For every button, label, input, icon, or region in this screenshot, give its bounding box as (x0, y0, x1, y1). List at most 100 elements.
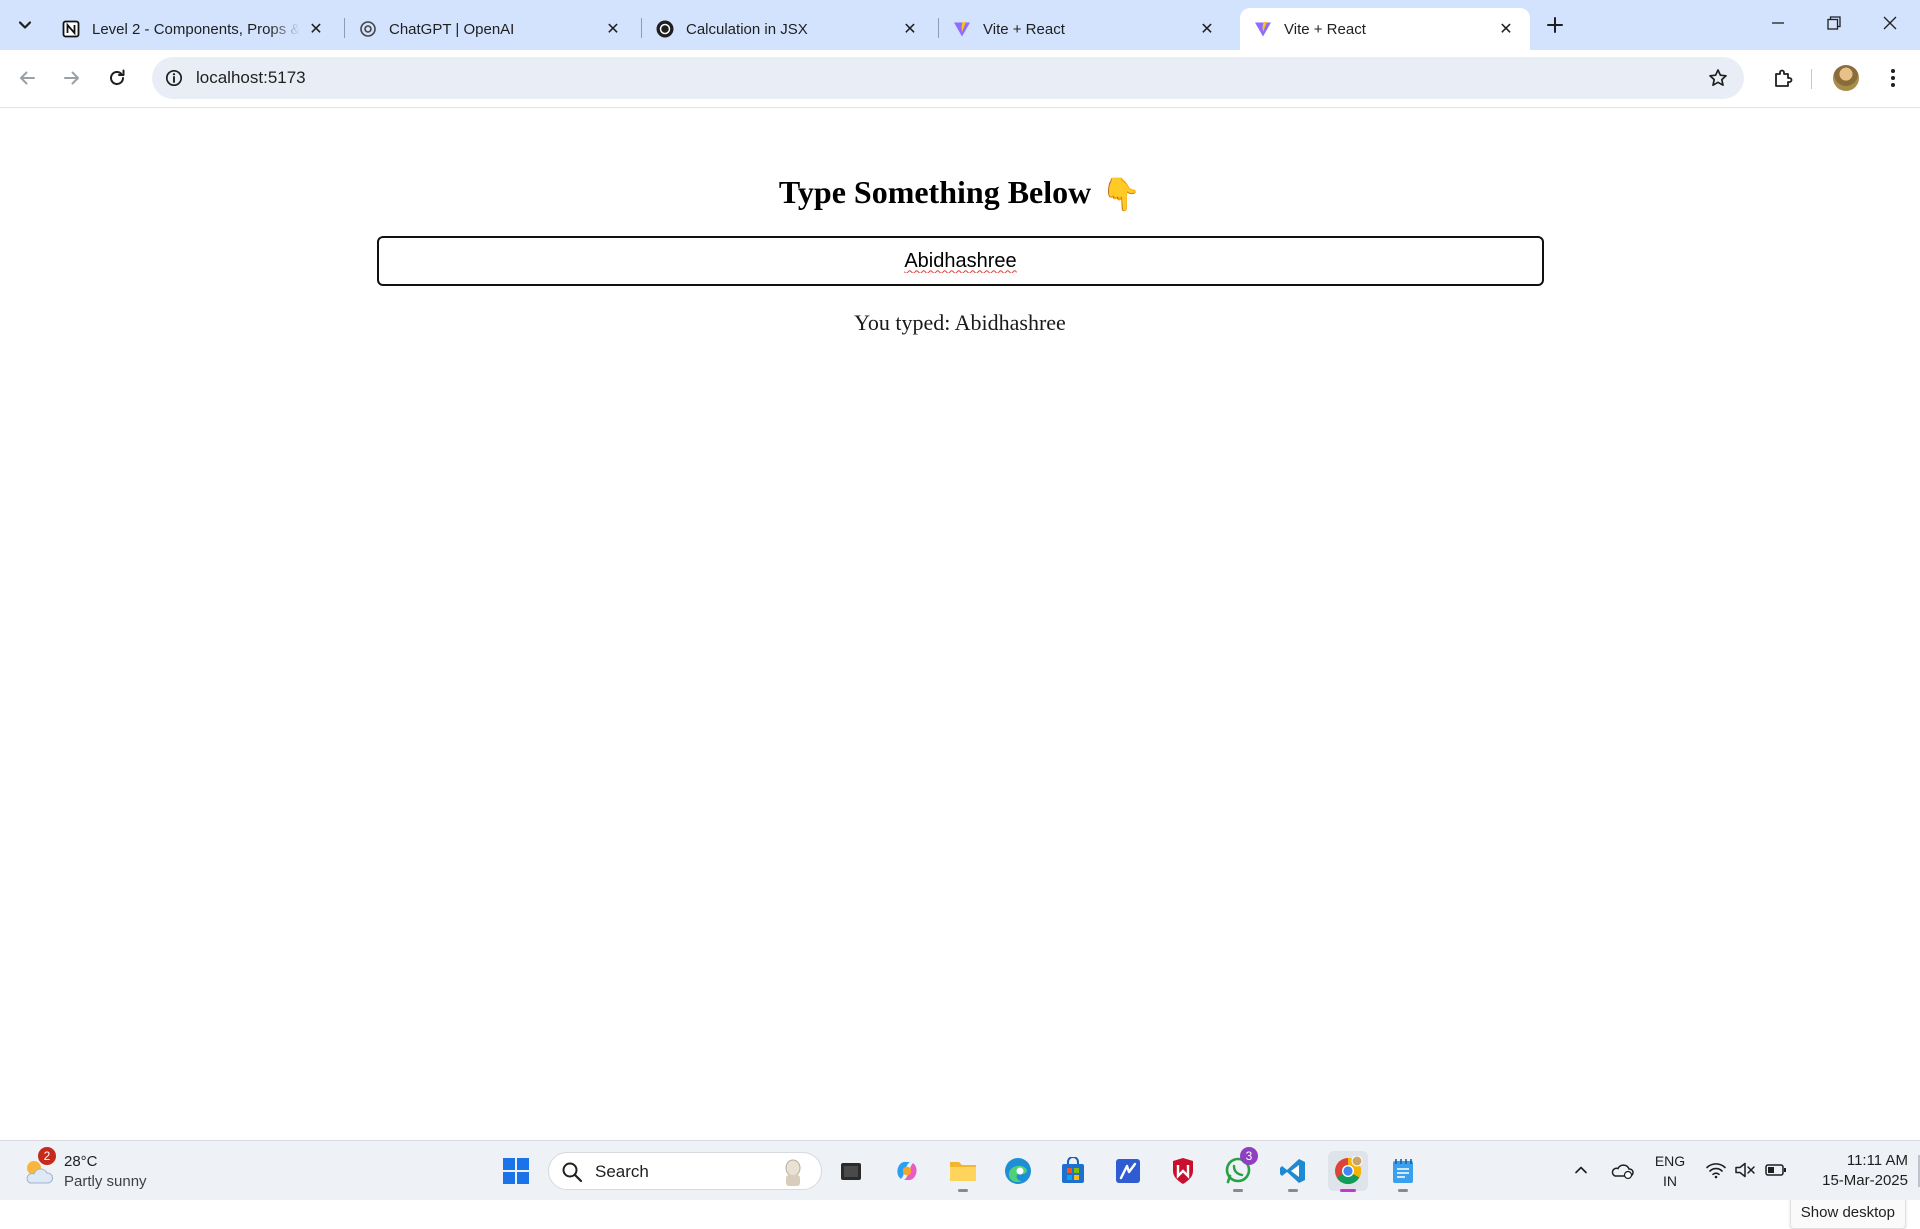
minimize-button[interactable] (1750, 0, 1806, 46)
vite-icon (953, 20, 971, 38)
volume-tray-icon[interactable] (1730, 1155, 1760, 1185)
taskbar-search-label: Search (595, 1162, 649, 1181)
minimize-icon (1772, 22, 1784, 24)
language-code: ENG (1654, 1153, 1686, 1169)
openai-icon (359, 20, 377, 38)
taskbar-app-edge[interactable] (998, 1151, 1038, 1191)
tab-vite-react-active[interactable]: Vite + React ✕ (1240, 8, 1530, 50)
url-text[interactable]: localhost:5173 (196, 68, 306, 88)
forward-button[interactable] (55, 61, 89, 95)
tab-title: ChatGPT | OpenAI (389, 20, 515, 38)
running-indicator (958, 1189, 968, 1192)
text-input[interactable] (377, 236, 1544, 286)
site-info-icon[interactable] (160, 64, 188, 92)
store-icon (1062, 1157, 1084, 1183)
windows-icon (503, 1158, 529, 1184)
running-indicator (1340, 1189, 1356, 1192)
tab-title: Level 2 - Components, Props & State (92, 20, 300, 38)
back-button[interactable] (10, 61, 44, 95)
taskbar-app-notepad[interactable] (1383, 1151, 1423, 1192)
close-icon[interactable]: ✕ (1197, 19, 1217, 39)
puzzle-icon (1775, 69, 1793, 87)
weather-widget[interactable]: 2 28°C Partly sunny (22, 1147, 182, 1193)
browser-menu-button[interactable] (1878, 61, 1908, 95)
tab-title: Vite + React (1284, 20, 1366, 38)
tab-chatgpt[interactable]: ChatGPT | OpenAI ✕ (345, 8, 637, 50)
taskbar-app-chrome[interactable] (1328, 1151, 1368, 1192)
running-indicator (1233, 1189, 1243, 1192)
vite-icon (1254, 20, 1272, 38)
copilot-icon (897, 1161, 917, 1181)
new-tab-button[interactable] (1541, 12, 1569, 40)
taskbar-search[interactable]: Search (548, 1152, 822, 1190)
weather-temperature: 28°C (64, 1153, 98, 1170)
pen-app-icon (1116, 1159, 1140, 1183)
battery-tray-icon[interactable] (1761, 1155, 1791, 1185)
running-indicator (1288, 1189, 1298, 1192)
wifi-icon (1706, 1163, 1726, 1179)
reload-button[interactable] (100, 61, 134, 95)
tab-level2[interactable]: Level 2 - Components, Props & State ✕ (48, 8, 340, 50)
region-code: IN (1663, 1173, 1677, 1189)
tab-title: Vite + React (983, 20, 1065, 38)
start-button[interactable] (496, 1151, 536, 1191)
page-content: Type Something Below👇 You typed: Abidhas… (0, 109, 1920, 1229)
chevron-up-icon (1575, 1166, 1587, 1174)
restore-button[interactable] (1806, 0, 1862, 46)
taskbar-app-mcafee[interactable] (1163, 1151, 1203, 1191)
restore-icon (1827, 16, 1841, 30)
weather-description: Partly sunny (64, 1173, 147, 1190)
clock-time: 11:11 AM (1846, 1152, 1908, 1169)
close-icon[interactable]: ✕ (306, 19, 326, 39)
show-desktop-tooltip: Show desktop (1789, 1196, 1906, 1229)
more-vertical-icon (1891, 69, 1895, 87)
taskbar: 2 28°C Partly sunny Search 3 ENG IN 11:1… (0, 1140, 1920, 1200)
tab-search-button[interactable] (10, 10, 40, 40)
clock-date: 15-Mar-2025 (1822, 1172, 1908, 1189)
notion-icon (62, 20, 80, 38)
taskbar-app-task-view[interactable] (831, 1151, 871, 1191)
profile-avatar[interactable] (1833, 65, 1859, 91)
page-title-text: Type Something Below (778, 174, 1092, 210)
taskbar-app-file-explorer[interactable] (943, 1151, 983, 1192)
toolbar-divider (1811, 69, 1812, 89)
plus-icon (1547, 17, 1563, 33)
taskbar-clock[interactable]: 11:11 AM 15-Mar-2025 (1800, 1151, 1908, 1191)
onedrive-tray-icon[interactable] (1607, 1155, 1637, 1185)
shield-icon (1173, 1158, 1193, 1184)
notepad-icon (1393, 1159, 1413, 1183)
volume-muted-icon (1735, 1162, 1755, 1178)
chevron-down-icon (18, 21, 32, 29)
tab-strip: Level 2 - Components, Props & State ✕ Ch… (0, 0, 1920, 50)
taskbar-app-vscode[interactable] (1273, 1151, 1313, 1192)
show-hidden-icons-button[interactable] (1566, 1155, 1596, 1185)
tab-calculation-jsx[interactable]: Calculation in JSX ✕ (642, 8, 934, 50)
address-bar[interactable]: localhost:5173 (152, 57, 1744, 99)
taskbar-app-pen[interactable] (1108, 1151, 1148, 1191)
search-icon (562, 1162, 583, 1183)
close-icon[interactable]: ✕ (900, 19, 920, 39)
task-view-icon (841, 1163, 861, 1180)
close-icon[interactable]: ✕ (603, 19, 623, 39)
language-indicator[interactable]: ENG IN (1652, 1151, 1688, 1191)
folder-icon (950, 1162, 976, 1181)
running-indicator (1398, 1189, 1408, 1192)
browser-toolbar: localhost:5173 (0, 50, 1920, 108)
wifi-tray-icon[interactable] (1701, 1155, 1731, 1185)
notification-badge: 3 (1240, 1147, 1258, 1165)
close-window-button[interactable] (1862, 0, 1918, 46)
bookmark-star-icon[interactable] (1706, 66, 1730, 90)
taskbar-app-store[interactable] (1053, 1151, 1093, 1191)
page-title: Type Something Below 👇 (0, 174, 1920, 213)
extensions-button[interactable] (1766, 61, 1800, 95)
taskbar-app-whatsapp[interactable]: 3 (1218, 1147, 1258, 1192)
vscode-icon (1280, 1159, 1305, 1183)
openai-icon (656, 20, 674, 38)
tab-vite-react[interactable]: Vite + React ✕ (939, 8, 1231, 50)
taskbar-app-copilot[interactable] (887, 1151, 927, 1191)
close-icon (1883, 16, 1897, 30)
close-icon[interactable]: ✕ (1496, 19, 1516, 39)
onedrive-icon (1611, 1164, 1634, 1180)
typed-output: You typed: Abidhashree (854, 310, 1066, 335)
chrome-icon (1335, 1156, 1363, 1185)
